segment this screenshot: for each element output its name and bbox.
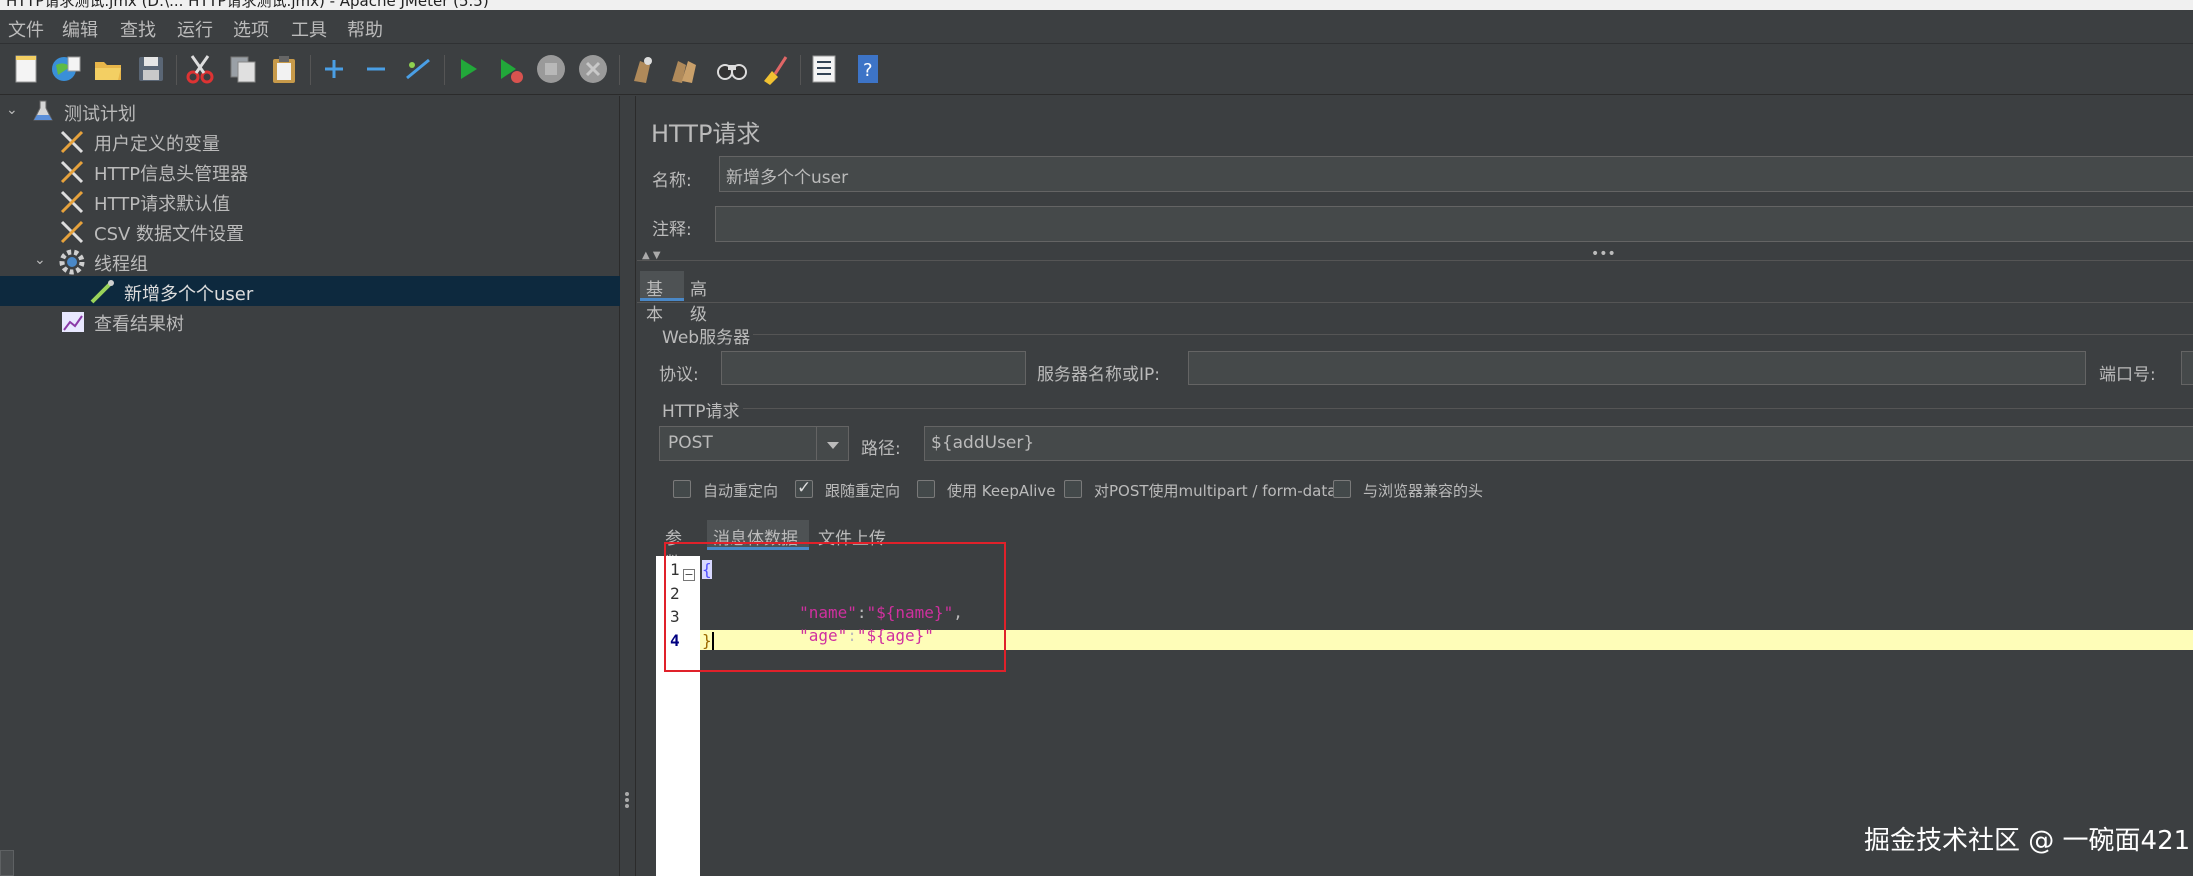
menu-tools[interactable]: 工具 — [291, 16, 327, 42]
help-icon[interactable]: ? — [852, 53, 884, 85]
checkbox-label: 跟随重定向 — [825, 482, 901, 500]
cut-icon[interactable] — [184, 53, 216, 85]
tree-node-results-tree[interactable]: 查看结果树 — [0, 306, 620, 336]
web-server-group-border — [662, 334, 2193, 335]
checkbox-label: 对POST使用multipart / form-data — [1094, 482, 1337, 500]
paste-icon[interactable] — [268, 53, 300, 85]
search-icon[interactable] — [716, 53, 748, 85]
comment-label: 注释: — [652, 220, 692, 240]
start-no-pause-icon[interactable] — [494, 53, 526, 85]
page-title: HTTP请求 — [651, 120, 761, 148]
port-label: 端口号: — [2099, 365, 2156, 385]
window-titlebar: HTTP请求测试.jmx (D:\... HTTP请求测试.jmx) - Apa… — [0, 0, 2193, 10]
remove-icon[interactable] — [360, 53, 392, 85]
menu-file[interactable]: 文件 — [8, 16, 44, 42]
config-wrench-icon — [60, 130, 84, 154]
http-request-panel: HTTP请求 名称: 新增多个个user 注释: ▲ ▼ ••• 基本 高级 W… — [637, 96, 2193, 876]
checkbox-label: 自动重定向 — [703, 482, 779, 500]
checkbox-box[interactable] — [1064, 480, 1082, 498]
protocol-field[interactable] — [721, 351, 1026, 385]
test-plan-tree: ⌄ 测试计划 用户定义的变量 HTTP信息头管理器 HTTP请求默认值 CSV … — [0, 96, 620, 876]
tree-label: 新增多个个user — [124, 284, 254, 305]
path-field[interactable]: ${addUser} — [924, 426, 2193, 461]
comment-field[interactable] — [715, 206, 2193, 242]
resize-corner — [0, 850, 14, 876]
http-request-group-border — [662, 408, 2193, 409]
pipette-icon — [90, 280, 114, 304]
http-request-group-title: HTTP请求 — [659, 397, 743, 422]
highlight-annotation-box — [664, 542, 1006, 672]
server-label: 服务器名称或IP: — [1037, 365, 1160, 385]
flask-icon — [33, 100, 53, 121]
checkbox-box[interactable] — [917, 480, 935, 498]
menu-search[interactable]: 查找 — [120, 16, 156, 42]
add-icon[interactable] — [318, 53, 350, 85]
divider — [637, 260, 2193, 261]
tree-label: CSV 数据文件设置 — [94, 224, 245, 245]
chevron-down-icon[interactable] — [816, 427, 848, 460]
tab-advanced[interactable]: 高级 — [684, 271, 728, 325]
open-icon[interactable] — [92, 53, 124, 85]
start-icon[interactable] — [452, 53, 484, 85]
server-field[interactable] — [1188, 351, 2086, 385]
clear-icon[interactable] — [626, 53, 658, 85]
menu-edit[interactable]: 编辑 — [62, 16, 98, 42]
new-icon[interactable] — [10, 53, 42, 85]
gear-icon — [59, 249, 85, 275]
tab-basic[interactable]: 基本 — [640, 271, 684, 325]
tree-label: HTTP信息头管理器 — [94, 164, 249, 185]
web-server-group-title: Web服务器 — [659, 323, 754, 348]
copy-icon[interactable] — [227, 53, 259, 85]
name-label: 名称: — [652, 171, 692, 191]
tree-label: HTTP请求默认值 — [94, 194, 231, 215]
reset-search-icon[interactable] — [758, 53, 790, 85]
menu-help[interactable]: 帮助 — [347, 16, 383, 42]
tree-node-test-plan[interactable]: ⌄ 测试计划 — [0, 96, 620, 126]
svg-text:?: ? — [863, 60, 873, 81]
menu-bar: 文件 编辑 查找 运行 选项 工具 帮助 — [0, 10, 2193, 44]
config-wrench-icon — [60, 160, 84, 184]
method-value: POST — [668, 433, 713, 453]
tree-node-http-request[interactable]: 新增多个个user — [0, 276, 620, 306]
splitter-grip[interactable] — [624, 790, 630, 814]
chevron-down-icon[interactable]: ⌄ — [34, 252, 46, 268]
tree-node-header-manager[interactable]: HTTP信息头管理器 — [0, 156, 620, 186]
checkbox-label: 使用 KeepAlive — [947, 482, 1056, 500]
watermark: 掘金技术社区 @ 一碗面421 — [1864, 826, 2191, 856]
protocol-label: 协议: — [659, 365, 699, 385]
method-select[interactable]: POST — [659, 426, 849, 461]
checkbox-box[interactable] — [673, 480, 691, 498]
chart-icon — [62, 312, 84, 332]
tree-label: 查看结果树 — [94, 314, 184, 335]
panel-splitter[interactable] — [620, 96, 636, 876]
window-title: HTTP请求测试.jmx (D:\... HTTP请求测试.jmx) - Apa… — [6, 0, 489, 10]
tab-underline — [637, 302, 2193, 303]
save-icon[interactable] — [135, 53, 167, 85]
stop-icon[interactable] — [535, 53, 567, 85]
toolbar: ? — [0, 45, 2193, 95]
tree-label: 线程组 — [94, 254, 148, 275]
tree-node-user-variables[interactable]: 用户定义的变量 — [0, 126, 620, 156]
tree-label: 测试计划 — [64, 104, 136, 125]
checkbox-box[interactable] — [795, 478, 813, 498]
checkbox-box[interactable] — [1333, 480, 1351, 498]
config-wrench-icon — [60, 190, 84, 214]
port-field[interactable] — [2181, 351, 2193, 385]
tree-node-request-defaults[interactable]: HTTP请求默认值 — [0, 186, 620, 216]
tree-label: 用户定义的变量 — [94, 134, 220, 155]
function-helper-icon[interactable] — [808, 53, 840, 85]
name-field[interactable]: 新增多个个user — [719, 156, 2193, 192]
tree-node-thread-group[interactable]: ⌄ 线程组 — [0, 246, 620, 276]
menu-options[interactable]: 选项 — [233, 16, 269, 42]
chevron-down-icon[interactable]: ⌄ — [6, 102, 18, 118]
checkbox-label: 与浏览器兼容的头 — [1363, 482, 1484, 500]
tree-node-csv-data[interactable]: CSV 数据文件设置 — [0, 216, 620, 246]
shutdown-icon[interactable] — [577, 53, 609, 85]
templates-icon[interactable] — [50, 53, 82, 85]
path-label: 路径: — [861, 439, 901, 459]
clear-all-icon[interactable] — [668, 53, 700, 85]
menu-run[interactable]: 运行 — [177, 16, 213, 42]
config-wrench-icon — [60, 220, 84, 244]
toggle-icon[interactable] — [402, 53, 434, 85]
